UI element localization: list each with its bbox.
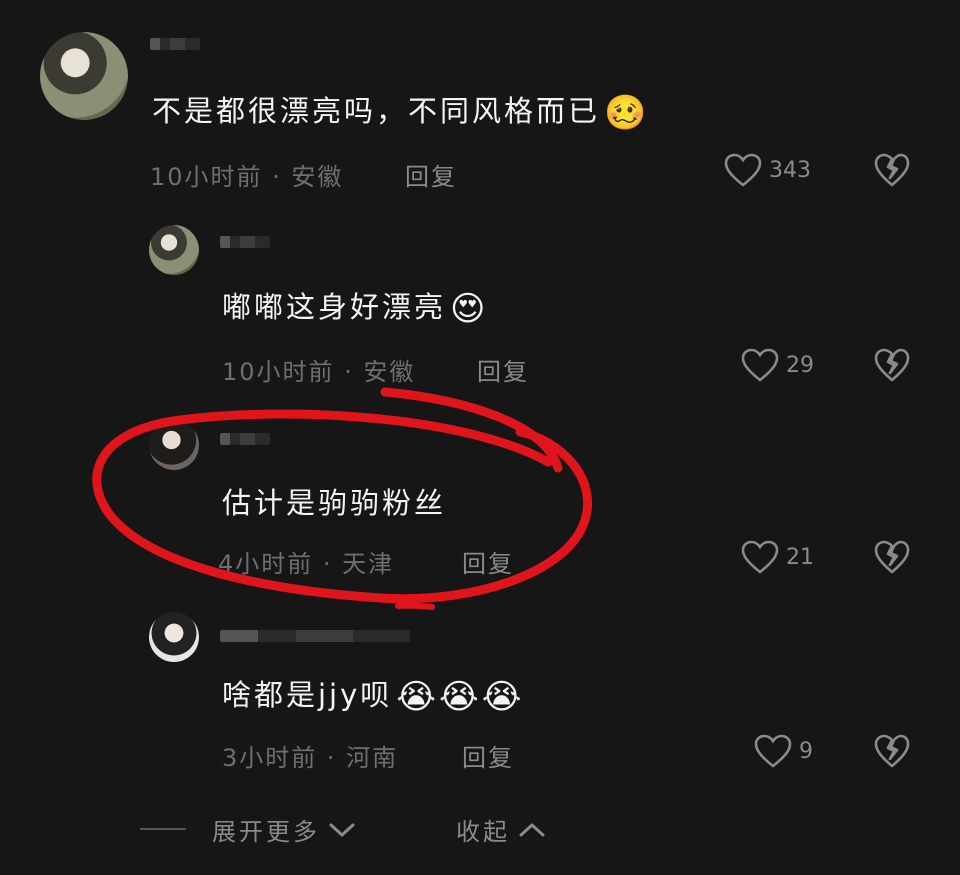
heart-icon (754, 734, 792, 768)
timestamp-location: 3小时前 · 河南 (222, 744, 399, 772)
like-button[interactable]: 9 (753, 733, 813, 769)
divider (140, 828, 186, 830)
avatar[interactable] (40, 32, 128, 120)
heart-icon (724, 153, 762, 187)
comment-text: 估计是驹驹粉丝 (222, 480, 446, 522)
emoji: 😭😭😭 (396, 677, 525, 717)
dislike-button[interactable] (873, 152, 911, 192)
comment-text: 嘟嘟这身好漂亮 😍 (222, 284, 488, 326)
avatar[interactable] (149, 420, 199, 470)
broken-heart-icon (874, 734, 910, 768)
username-redacted[interactable] (220, 433, 270, 445)
like-count: 21 (786, 544, 814, 570)
like-count: 343 (769, 157, 811, 183)
expand-more-button[interactable]: 展开更多 (212, 812, 356, 847)
broken-heart-icon (874, 348, 910, 382)
reply-button[interactable]: 回复 (477, 352, 529, 387)
comment-text-body: 估计是驹驹粉丝 (222, 486, 447, 520)
like-button[interactable]: 21 (740, 539, 814, 575)
like-count: 29 (786, 352, 814, 378)
collapse-button[interactable]: 收起 (456, 812, 546, 847)
username-redacted[interactable] (150, 38, 200, 50)
collapse-label: 收起 (456, 818, 510, 846)
comment-text-body: 嘟嘟这身好漂亮 (222, 290, 447, 324)
dislike-button[interactable] (873, 733, 911, 773)
like-button[interactable]: 29 (740, 347, 814, 383)
reply-button[interactable]: 回复 (462, 738, 514, 773)
chevron-up-icon (519, 823, 545, 836)
like-count: 9 (799, 738, 813, 764)
dislike-button[interactable] (873, 347, 911, 387)
username-redacted[interactable] (220, 630, 410, 642)
timestamp-location: 10小时前 · 安徽 (222, 358, 416, 386)
broken-heart-icon (874, 153, 910, 187)
expand-more-label: 展开更多 (212, 818, 320, 846)
emoji: 🥴 (604, 93, 650, 133)
comment-text-body: 不是都很漂亮吗，不同风格而已 (152, 94, 601, 128)
avatar[interactable] (149, 225, 199, 275)
reply-button[interactable]: 回复 (462, 544, 514, 579)
chevron-down-icon (329, 823, 355, 836)
dislike-button[interactable] (873, 539, 911, 579)
comment-text: 啥都是jjy呗 😭😭😭 (222, 672, 524, 714)
broken-heart-icon (874, 540, 910, 574)
heart-icon (741, 348, 779, 382)
like-button[interactable]: 343 (723, 152, 811, 188)
timestamp-location: 4小时前 · 天津 (218, 550, 395, 578)
comment-text: 不是都很漂亮吗，不同风格而已 🥴 (152, 88, 649, 130)
reply-button[interactable]: 回复 (405, 157, 457, 192)
heart-icon (741, 540, 779, 574)
emoji: 😍 (450, 289, 489, 329)
comment-text-body: 啥都是jjy呗 (222, 678, 393, 712)
timestamp-location: 10小时前 · 安徽 (150, 163, 344, 191)
avatar[interactable] (149, 612, 199, 662)
username-redacted[interactable] (220, 236, 270, 248)
comment-footer: 展开更多 收起 (0, 810, 960, 850)
